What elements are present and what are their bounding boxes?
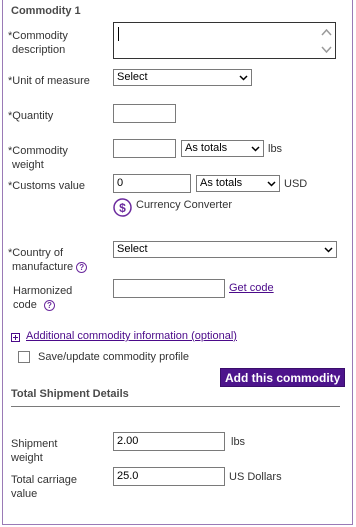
save-profile-checkbox[interactable] xyxy=(18,351,30,363)
section-divider xyxy=(11,406,340,407)
quantity-label: *Quantity xyxy=(8,110,54,122)
svg-text:$: $ xyxy=(119,201,126,215)
text-cursor xyxy=(118,27,119,41)
description-textarea[interactable] xyxy=(113,22,336,59)
add-commodity-button[interactable]: Add this commodity xyxy=(220,368,346,387)
chevron-down-icon xyxy=(251,146,260,152)
chevron-down-icon xyxy=(239,75,248,81)
scroll-arrows-icon[interactable] xyxy=(321,27,332,55)
weight-unit: lbs xyxy=(268,143,283,155)
chevron-down-icon xyxy=(324,247,333,253)
description-label: *Commodity description xyxy=(8,29,68,57)
save-profile-label: Save/update commodity profile xyxy=(38,351,190,363)
shipment-weight-label: Shipment weight xyxy=(11,437,57,465)
harmonized-label-line2: code xyxy=(13,299,37,311)
expand-plus-icon[interactable] xyxy=(11,333,20,342)
harmonized-input[interactable] xyxy=(113,279,225,298)
unit-select[interactable]: Select xyxy=(113,69,252,86)
shipment-weight-label-line2: weight xyxy=(11,452,43,464)
weight-type-value: As totals xyxy=(185,142,228,154)
weight-label-line1: *Commodity xyxy=(8,145,68,157)
currency-converter-link[interactable]: Currency Converter xyxy=(136,199,232,211)
get-code-link[interactable]: Get code xyxy=(229,282,274,294)
carriage-value-unit: US Dollars xyxy=(229,471,282,483)
country-label: *Country of manufacture ? xyxy=(8,246,88,274)
shipment-title: Total Shipment Details xyxy=(11,388,129,400)
shipment-weight-label-line1: Shipment xyxy=(11,438,58,450)
country-label-line1: *Country of xyxy=(8,247,64,259)
chevron-down-icon xyxy=(267,181,276,187)
unit-select-value: Select xyxy=(117,71,148,83)
unit-label: *Unit of measure xyxy=(8,75,90,87)
dollar-circle-icon[interactable]: $ xyxy=(113,198,132,217)
weight-input[interactable] xyxy=(113,139,176,158)
additional-info-link[interactable]: Additional commodity information (option… xyxy=(26,330,237,342)
customs-label: *Customs value xyxy=(8,180,86,192)
description-label-line1: *Commodity xyxy=(8,30,68,42)
harmonized-label-line1: Harmonized xyxy=(13,285,73,297)
carriage-label-line1: Total carriage xyxy=(11,474,78,486)
shipment-weight-input[interactable]: 2.00 xyxy=(113,432,225,451)
customs-input[interactable]: 0 xyxy=(113,174,191,193)
customs-type-value: As totals xyxy=(200,177,243,189)
customs-type-select[interactable]: As totals xyxy=(196,175,280,192)
country-select[interactable]: Select xyxy=(113,241,337,258)
country-label-line2: manufacture xyxy=(12,261,74,273)
carriage-value-label: Total carriage value xyxy=(11,473,77,501)
commodity-title: Commodity 1 xyxy=(11,5,81,17)
carriage-value-input[interactable]: 25.0 xyxy=(113,467,225,486)
shipment-weight-unit: lbs xyxy=(231,436,246,448)
help-icon[interactable]: ? xyxy=(76,261,88,273)
weight-type-select[interactable]: As totals xyxy=(181,140,264,157)
country-select-value: Select xyxy=(117,243,148,255)
carriage-label-line2: value xyxy=(11,488,38,500)
help-icon[interactable]: ? xyxy=(43,299,55,311)
customs-currency: USD xyxy=(284,178,308,190)
quantity-input[interactable] xyxy=(113,104,176,123)
harmonized-label: Harmonized code ? xyxy=(13,284,72,312)
weight-label-line2: weight xyxy=(12,159,44,171)
description-label-line2: description xyxy=(12,44,66,56)
weight-label: *Commodity weight xyxy=(8,144,68,172)
